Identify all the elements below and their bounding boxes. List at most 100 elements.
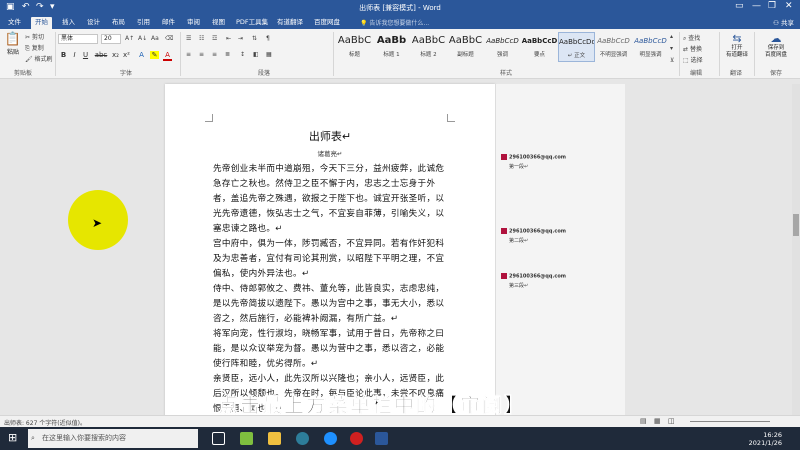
bold-button[interactable]: B — [59, 51, 68, 59]
tab-home[interactable]: 开始 — [31, 17, 52, 29]
numbering-icon[interactable]: ☷ — [199, 35, 204, 42]
file-explorer-icon[interactable] — [268, 432, 281, 445]
strikethrough-button[interactable]: abc — [94, 51, 108, 59]
style-title[interactable]: AaBbC 标题 — [336, 32, 373, 62]
tell-me-box[interactable]: 💡 告诉我您想要做什么... — [360, 18, 429, 27]
comment-3[interactable]: 296100366@qq.com 第三段↵ — [501, 273, 566, 289]
font-color-button[interactable]: A — [163, 51, 172, 61]
vertical-scrollbar[interactable] — [792, 84, 800, 415]
style-heading-2[interactable]: AaBbC 标题 2 — [410, 32, 447, 62]
style-name: 要点 — [533, 52, 545, 58]
italic-button[interactable]: I — [70, 51, 79, 59]
decrease-indent-icon[interactable]: ⇤ — [226, 35, 231, 42]
highlight-icon[interactable]: ✎ — [150, 51, 159, 59]
align-center-icon[interactable]: ≡ — [199, 51, 204, 58]
zoom-slider[interactable] — [690, 421, 770, 422]
style-name: 副标题 — [457, 52, 474, 58]
align-right-icon[interactable]: ≡ — [212, 51, 217, 58]
app-icon[interactable] — [240, 432, 253, 445]
print-layout-icon[interactable]: ▦ — [654, 417, 661, 425]
line-spacing-icon[interactable]: ↕ — [240, 51, 245, 58]
copy-icon: ⎘ — [25, 45, 30, 52]
copy-button[interactable]: ⎘ 复制 — [25, 43, 44, 53]
shrink-font-icon[interactable]: A↓ — [138, 35, 147, 42]
comment-1[interactable]: 296100366@qq.com 第一段↵ — [501, 154, 566, 170]
font-name-select[interactable]: 黑体 — [58, 34, 98, 44]
shading-icon[interactable]: ◧ — [253, 51, 259, 58]
select-button[interactable]: ⬚ 选择 — [683, 55, 703, 64]
change-case-icon[interactable]: Aa — [151, 35, 159, 42]
share-button[interactable]: ⚇ 共享 — [773, 17, 794, 27]
comment-text: 第一段↵ — [509, 163, 529, 170]
cut-button[interactable]: ✂ 剪切 — [25, 32, 44, 41]
edge-icon[interactable] — [324, 432, 337, 445]
word-count[interactable]: 出师表: 627 个字符(近似值)。 — [4, 418, 86, 427]
style-intense-emphasis[interactable]: AaBbCcD 明显强调 — [632, 32, 669, 62]
font-size-select[interactable]: 20 — [101, 34, 121, 44]
sort-icon[interactable]: ⇅ — [252, 35, 257, 42]
word-icon[interactable] — [375, 432, 388, 445]
comment-2[interactable]: 296100366@qq.com 第二段↵ — [501, 228, 566, 244]
minimize-icon[interactable]: — — [752, 1, 761, 11]
youdao-translate-button[interactable]: ⇆ 打开 有道翻译 — [722, 32, 752, 59]
recorder-icon[interactable] — [350, 432, 363, 445]
multilevel-list-icon[interactable]: ☲ — [212, 35, 217, 42]
comment-author: 296100366@qq.com — [509, 228, 566, 235]
restore-icon[interactable]: ❐ — [768, 1, 776, 11]
text-effects-button[interactable]: A — [137, 51, 146, 59]
replace-button[interactable]: ⇄ 替换 — [683, 44, 702, 53]
justify-icon[interactable]: ≣ — [225, 51, 230, 58]
format-painter-button[interactable]: 🖌 格式刷 — [25, 54, 53, 63]
cloud-icon: ☁ — [770, 32, 782, 45]
show-marks-icon[interactable]: ¶ — [266, 35, 270, 42]
tab-view[interactable]: 视图 — [208, 17, 229, 29]
document-page[interactable]: 出师表↵ 诸葛亮↵ 先帝创业未半而中道崩殂，今天下三分，益州疲弊，此诚危急存亡之… — [165, 84, 495, 424]
style-name: 不明显强调 — [599, 52, 628, 58]
browser-icon[interactable] — [296, 432, 309, 445]
read-mode-icon[interactable]: ▤ — [640, 417, 647, 425]
borders-icon[interactable]: ▦ — [266, 51, 272, 58]
tab-references[interactable]: 引用 — [133, 17, 154, 29]
tab-youdao[interactable]: 有道翻译 — [273, 17, 307, 29]
increase-indent-icon[interactable]: ⇥ — [238, 35, 243, 42]
superscript-button[interactable]: x² — [122, 51, 131, 59]
grow-font-icon[interactable]: A↑ — [125, 35, 134, 42]
clear-format-icon[interactable]: ⌫ — [165, 35, 173, 42]
tab-insert[interactable]: 插入 — [58, 17, 79, 29]
style-heading-1[interactable]: AaBb 标题 1 — [373, 32, 410, 62]
windows-start-icon[interactable]: ⊞ — [8, 431, 17, 444]
subscript-button[interactable]: x₂ — [111, 51, 120, 59]
style-subtitle[interactable]: AaBbC 副标题 — [447, 32, 484, 62]
ribbon-display-options-icon[interactable]: ▭ — [735, 1, 744, 11]
styles-more-icon[interactable]: ⊻ — [670, 57, 674, 64]
paragraph-1: 先帝创业未半而中道崩殂，今天下三分，益州疲弊，此诚危急存亡之秋也。然侍卫之臣不懈… — [213, 164, 445, 234]
tab-pdf-tools[interactable]: PDF工具集 — [232, 17, 272, 29]
save-to-baidu-button[interactable]: ☁ 保存到 百度网盘 — [756, 32, 796, 59]
close-icon[interactable]: ✕ — [785, 1, 793, 11]
tab-layout[interactable]: 布局 — [108, 17, 129, 29]
underline-button[interactable]: U — [81, 51, 90, 59]
find-button[interactable]: ⌕ 查找 — [683, 33, 700, 43]
task-view-icon[interactable] — [212, 432, 225, 445]
tab-baidu[interactable]: 百度网盘 — [310, 17, 344, 29]
comment-author-icon — [501, 273, 507, 279]
style-subtle-emphasis[interactable]: AaBbCcD 不明显强调 — [595, 32, 632, 62]
align-left-icon[interactable]: ≡ — [186, 51, 191, 58]
tab-file[interactable]: 文件 — [4, 17, 25, 29]
tab-mailings[interactable]: 邮件 — [158, 17, 179, 29]
tab-review[interactable]: 审阅 — [183, 17, 204, 29]
scrollbar-thumb[interactable] — [793, 214, 799, 236]
taskbar-search[interactable]: ⌕ 在这里输入你要搜索的内容 — [28, 429, 198, 448]
style-strong[interactable]: AaBbCcD 要点 — [521, 32, 558, 62]
style-normal[interactable]: AaBbCcDd ↵ 正文 — [558, 32, 595, 62]
paste-button[interactable]: 📋 粘贴 — [4, 32, 22, 56]
style-emphasis[interactable]: AaBbCcD 强调 — [484, 32, 521, 62]
styles-scroll-down-icon[interactable]: ▾ — [670, 45, 673, 52]
styles-scroll-up-icon[interactable]: ▴ — [670, 33, 673, 40]
bullets-icon[interactable]: ☰ — [186, 35, 191, 42]
style-name: 标题 — [348, 52, 360, 58]
system-clock[interactable]: 16:26 2021/1/26 — [749, 431, 782, 447]
clock-time: 16:26 — [763, 431, 782, 439]
web-layout-icon[interactable]: ◫ — [668, 417, 675, 425]
tab-design[interactable]: 设计 — [83, 17, 104, 29]
